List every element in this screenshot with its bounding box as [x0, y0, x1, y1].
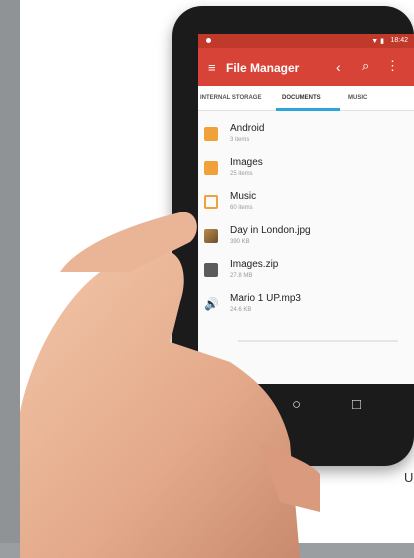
folder-icon — [204, 161, 218, 175]
app-bar: ≡ File Manager ‹ ⌕ ⋮ — [198, 48, 414, 86]
signal-icon: ▼ ▮ — [371, 38, 384, 45]
page-side-strip — [0, 0, 20, 558]
tab-bar: INTERNAL STORAGE DOCUMENTS MUSIC — [198, 86, 414, 111]
tab-internal-storage[interactable]: INTERNAL STORAGE — [200, 95, 261, 101]
folder-outline-icon — [204, 195, 218, 209]
active-tab-indicator — [276, 108, 340, 111]
hand-illustration — [20, 212, 320, 558]
back-icon[interactable]: ‹ — [336, 59, 341, 75]
file-name: Music — [230, 191, 257, 202]
menu-icon[interactable]: ≡ — [208, 60, 216, 75]
more-options-icon[interactable]: ⋮ — [386, 58, 399, 74]
file-meta: 25 items — [230, 171, 253, 177]
edge-text: U — [404, 470, 414, 485]
list-item[interactable]: Android 3 items — [198, 117, 414, 151]
app-title: File Manager — [226, 61, 300, 75]
list-item[interactable]: Images 25 items — [198, 151, 414, 185]
status-time: 18:42 — [390, 37, 408, 44]
file-meta: 3 items — [230, 137, 250, 143]
nav-recent-apps-icon[interactable]: □ — [352, 396, 361, 413]
tab-documents[interactable]: DOCUMENTS — [282, 95, 321, 101]
notification-dot-icon — [206, 38, 211, 43]
search-icon[interactable]: ⌕ — [362, 58, 369, 74]
folder-icon — [204, 127, 218, 141]
file-name: Images — [230, 157, 263, 168]
tab-music[interactable]: MUSIC — [348, 95, 367, 101]
status-bar: ▼ ▮ 18:42 — [198, 34, 414, 48]
file-name: Android — [230, 123, 265, 134]
file-meta: 60 items — [230, 205, 253, 211]
